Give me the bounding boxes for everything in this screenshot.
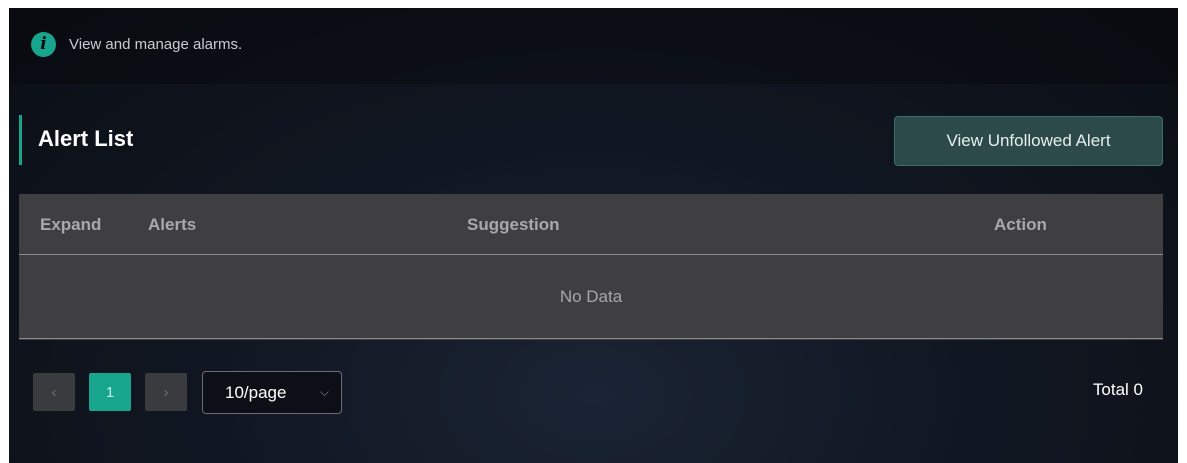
alert-table: Expand Alerts Suggestion Action No Data <box>19 194 1163 340</box>
column-header-expand[interactable]: Expand <box>40 215 101 235</box>
chevron-left-icon: ‹ <box>51 383 57 401</box>
column-header-alerts[interactable]: Alerts <box>148 215 196 235</box>
page-size-value: 10/page <box>225 382 287 402</box>
info-text: View and manage alarms. <box>69 35 243 53</box>
chevron-right-icon: › <box>163 383 169 401</box>
info-bar: i View and manage alarms. <box>9 8 1178 84</box>
view-unfollowed-alert-button[interactable]: View Unfollowed Alert <box>894 116 1163 166</box>
alarm-panel: i View and manage alarms. Alert List Vie… <box>9 8 1178 463</box>
empty-state-text: No Data <box>559 286 623 306</box>
total-count: Total 0 <box>1092 380 1143 399</box>
column-header-action[interactable]: Action <box>994 215 1047 235</box>
column-header-suggestion[interactable]: Suggestion <box>467 215 560 235</box>
next-page-button[interactable]: › <box>145 373 187 411</box>
section-title: Alert List <box>38 126 134 151</box>
chevron-down-icon: ⌵ <box>319 385 329 399</box>
section-accent-bar <box>19 115 22 165</box>
table-body: No Data <box>19 255 1163 339</box>
page-size-select[interactable]: 10/page ⌵ <box>202 371 342 414</box>
page-number-button[interactable]: 1 <box>89 373 131 411</box>
table-header: Expand Alerts Suggestion Action <box>19 194 1163 255</box>
prev-page-button[interactable]: ‹ <box>33 373 75 411</box>
info-icon: i <box>31 31 56 57</box>
